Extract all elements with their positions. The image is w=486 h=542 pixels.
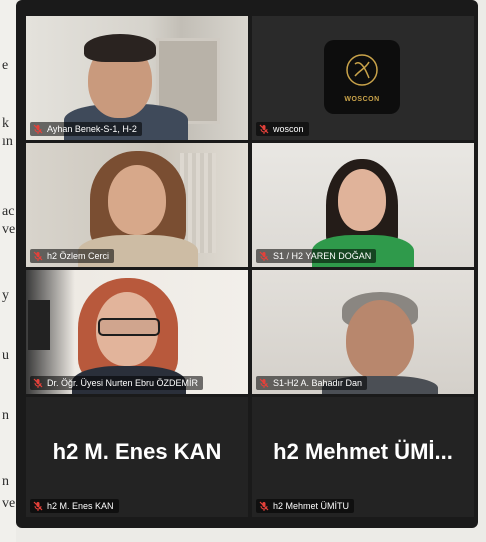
participant-name-bar: S1-H2 A. Bahadır Dan — [256, 376, 368, 390]
mic-muted-icon — [33, 251, 43, 261]
participant-tile-enes-kan[interactable]: h2 M. Enes KAN h2 M. Enes KAN — [26, 397, 248, 517]
video-call-window: Ayhan Benek-S-1, H-2 WOSCON woscon h2 Öz — [16, 0, 478, 528]
participant-display-name: h2 Mehmet ÜMİ... — [273, 439, 453, 464]
participant-name: Dr. Öğr. Üyesi Nurten Ebru ÖZDEMİR — [47, 378, 199, 388]
doc-text: k — [2, 116, 9, 131]
mic-muted-icon — [259, 501, 269, 511]
participant-tile-bahadir-dan[interactable]: S1-H2 A. Bahadır Dan — [252, 270, 474, 394]
participant-name-bar: woscon — [256, 122, 309, 136]
participant-name: Ayhan Benek-S-1, H-2 — [47, 124, 137, 134]
doc-text: ve — [2, 496, 16, 511]
participant-name-bar: S1 / H2 YAREN DOĞAN — [256, 249, 377, 263]
doc-text: n — [2, 408, 9, 423]
doc-text: ın — [2, 134, 13, 149]
participant-display-name: h2 M. Enes KAN — [52, 439, 222, 464]
participant-name: S1-H2 A. Bahadır Dan — [273, 378, 363, 388]
mic-muted-icon — [259, 378, 269, 388]
participant-name: h2 Özlem Cerci — [47, 251, 110, 261]
logo-emblem-icon — [346, 54, 378, 86]
participant-name: woscon — [273, 124, 304, 134]
participant-tile-nurten-ebru-ozdemir[interactable]: Dr. Öğr. Üyesi Nurten Ebru ÖZDEMİR — [26, 270, 248, 394]
participant-tile-woscon[interactable]: WOSCON woscon — [252, 16, 474, 140]
participant-name-bar: Dr. Öğr. Üyesi Nurten Ebru ÖZDEMİR — [30, 376, 204, 390]
doc-text: u — [2, 348, 9, 363]
desk-lamp — [28, 300, 50, 350]
woscon-logo: WOSCON — [324, 40, 400, 114]
participant-name-bar: h2 M. Enes KAN — [30, 499, 119, 513]
participant-tile-ozlem-cerci[interactable]: h2 Özlem Cerci — [26, 143, 248, 267]
participant-tile-yaren-dogan[interactable]: S1 / H2 YAREN DOĞAN — [252, 143, 474, 267]
doc-text: e — [2, 58, 9, 73]
doc-text: ve — [2, 222, 16, 237]
doc-text: ac — [2, 204, 15, 219]
logo-text: WOSCON — [344, 96, 380, 103]
participant-name: h2 M. Enes KAN — [47, 501, 114, 511]
participant-name: S1 / H2 YAREN DOĞAN — [273, 251, 372, 261]
background-document: e k ın ac ve y u n n ve — [0, 0, 16, 542]
participant-tile-mehmet-umitu[interactable]: h2 Mehmet ÜMİ... h2 Mehmet ÜMİTU — [252, 397, 474, 517]
mic-muted-icon — [33, 124, 43, 134]
doc-text: n — [2, 474, 9, 489]
mic-muted-icon — [33, 378, 43, 388]
participant-name-bar: Ayhan Benek-S-1, H-2 — [30, 122, 142, 136]
participant-name-bar: h2 Özlem Cerci — [30, 249, 115, 263]
participant-name: h2 Mehmet ÜMİTU — [273, 501, 350, 511]
mic-muted-icon — [33, 501, 43, 511]
doc-text: y — [2, 288, 9, 303]
mic-muted-icon — [259, 251, 269, 261]
mic-muted-icon — [259, 124, 269, 134]
participant-tile-ayhan-benek[interactable]: Ayhan Benek-S-1, H-2 — [26, 16, 248, 140]
participant-name-bar: h2 Mehmet ÜMİTU — [256, 499, 355, 513]
glasses — [98, 318, 160, 336]
